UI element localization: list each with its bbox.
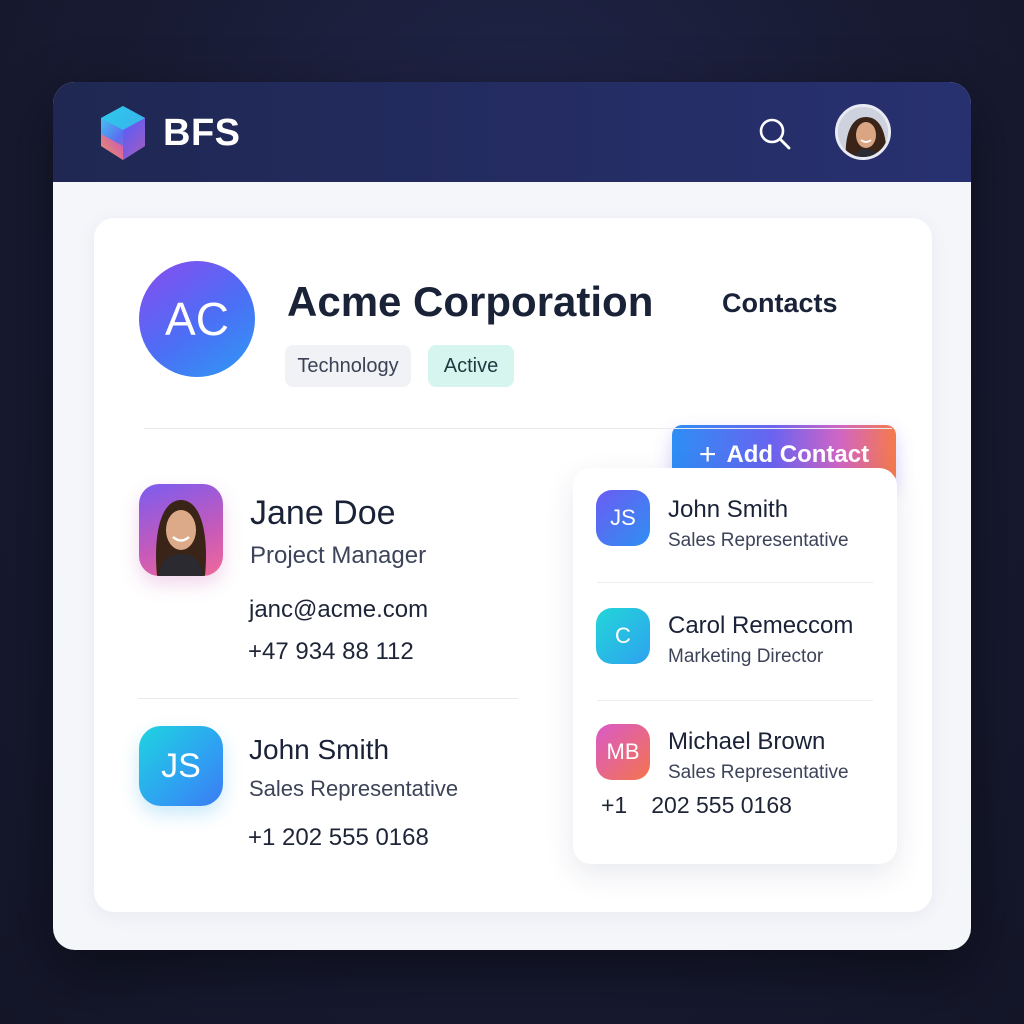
top-bar: BFS bbox=[53, 82, 971, 182]
phone-number: 202 555 0168 bbox=[651, 792, 792, 818]
search-icon bbox=[759, 118, 791, 150]
contact-photo[interactable] bbox=[139, 484, 223, 576]
contact-email[interactable]: janc@acme.com bbox=[249, 596, 428, 624]
user-photo-icon bbox=[838, 107, 888, 157]
list-item-role: Sales Representative bbox=[668, 762, 849, 783]
divider bbox=[144, 428, 892, 429]
list-item-avatar[interactable]: C bbox=[596, 608, 650, 664]
contact-phone[interactable]: +47 934 88 112 bbox=[248, 638, 414, 666]
list-item-name[interactable]: Michael Brown bbox=[668, 728, 825, 756]
add-contact-label: Add Contact bbox=[726, 441, 870, 468]
plus-icon: + bbox=[698, 438, 717, 471]
company-card: AC Acme Corporation Technology Active Co… bbox=[94, 218, 932, 912]
contact-phone[interactable]: +1 202 555 0168 bbox=[248, 824, 429, 852]
contact-name: John Smith bbox=[249, 734, 390, 765]
divider bbox=[138, 698, 518, 699]
list-item-name[interactable]: Carol Remeccom bbox=[668, 612, 853, 640]
search-button[interactable] bbox=[755, 114, 795, 154]
industry-tag: Technology bbox=[285, 345, 411, 387]
contacts-heading: Contacts bbox=[722, 288, 838, 318]
list-item-phone[interactable]: +1 202 555 0168 bbox=[601, 792, 792, 819]
list-item-avatar[interactable]: JS bbox=[596, 490, 650, 546]
list-item-role: Marketing Director bbox=[668, 646, 824, 667]
list-item-avatar[interactable]: MB bbox=[596, 724, 650, 780]
phone-country-code: +1 bbox=[601, 792, 628, 818]
hexagon-logo-icon[interactable] bbox=[97, 104, 149, 162]
brand-name: BFS bbox=[163, 112, 241, 154]
divider bbox=[597, 582, 873, 583]
status-badge: Active bbox=[428, 345, 514, 387]
company-avatar: AC bbox=[139, 261, 255, 377]
list-item-name[interactable]: John Smith bbox=[668, 496, 788, 524]
contact-name: Jane Doe bbox=[250, 494, 396, 532]
list-item-role: Sales Representative bbox=[668, 530, 849, 551]
user-avatar[interactable] bbox=[835, 104, 891, 160]
contact-role: Project Manager bbox=[250, 542, 427, 569]
contact-role: Sales Representative bbox=[249, 776, 459, 801]
company-name: Acme Corporation bbox=[287, 278, 654, 325]
contact-list-panel: JS John Smith Sales Representative C Car… bbox=[573, 468, 897, 864]
app-window: BFS AC Acme Corporation Technology Activ… bbox=[53, 82, 971, 950]
divider bbox=[597, 700, 873, 701]
person-photo-icon bbox=[156, 500, 206, 576]
contact-initials-avatar[interactable]: JS bbox=[139, 726, 223, 806]
